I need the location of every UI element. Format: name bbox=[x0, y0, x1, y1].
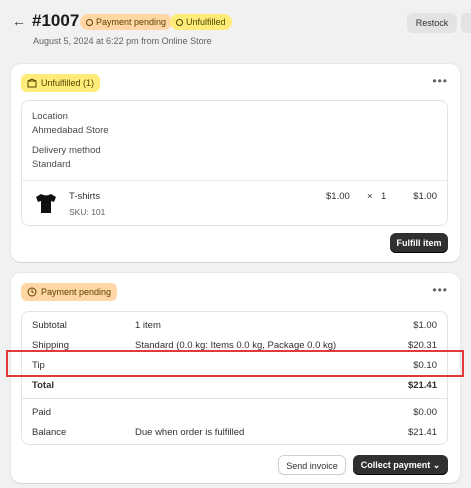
payment-status-badge: Payment pending bbox=[80, 14, 173, 30]
fulfill-item-button[interactable]: Fulfill item bbox=[390, 233, 448, 253]
delivery-method-label: Delivery method bbox=[32, 145, 101, 156]
restock-button[interactable]: Restock bbox=[407, 13, 457, 33]
multiply-sign: × bbox=[367, 191, 373, 202]
row-label: Balance bbox=[32, 427, 67, 438]
send-invoice-button[interactable]: Send invoice bbox=[278, 455, 346, 475]
order-date: August 5, 2024 at 6:22 pm from Online St… bbox=[33, 36, 212, 46]
location-label: Location bbox=[32, 111, 68, 122]
package-icon bbox=[27, 78, 37, 88]
payment-balance: Paid $0.00 Balance Due when order is ful… bbox=[21, 399, 448, 445]
more-actions-button[interactable] bbox=[461, 13, 471, 33]
unfulfilled-badge-label: Unfulfilled (1) bbox=[41, 78, 95, 88]
circle-icon bbox=[176, 18, 183, 26]
summary-row-balance: Balance Due when order is fulfilled $21.… bbox=[22, 425, 447, 443]
more-options-icon[interactable]: ••• bbox=[432, 74, 448, 88]
row-detail: 1 item bbox=[135, 320, 161, 331]
summary-row-subtotal: Subtotal 1 item $1.00 bbox=[22, 318, 447, 336]
unfulfilled-badge: Unfulfilled (1) bbox=[21, 74, 101, 92]
divider bbox=[22, 180, 447, 181]
fulfillment-details: Location Ahmedabad Store Delivery method… bbox=[21, 100, 448, 226]
row-value: $1.00 bbox=[413, 320, 437, 331]
payment-card: Payment pending ••• Subtotal 1 item $1.0… bbox=[11, 273, 460, 483]
row-detail: Due when order is fulfilled bbox=[135, 427, 245, 438]
line-item-price: $1.00 bbox=[326, 191, 350, 202]
clock-icon bbox=[27, 287, 37, 297]
payment-pending-label: Payment pending bbox=[41, 287, 112, 297]
arrow-left-icon[interactable]: ← bbox=[12, 13, 26, 29]
location-value: Ahmedabad Store bbox=[32, 125, 109, 136]
line-item-quantity: 1 bbox=[381, 191, 387, 202]
row-label: Total bbox=[32, 380, 54, 391]
payment-pending-badge: Payment pending bbox=[21, 283, 118, 301]
row-value: $21.41 bbox=[407, 380, 437, 391]
more-options-icon[interactable]: ••• bbox=[432, 283, 448, 297]
row-label: Paid bbox=[32, 407, 52, 418]
chevron-down-icon: ⌄ bbox=[432, 460, 441, 470]
summary-row-total: Total $21.41 bbox=[22, 378, 447, 396]
collect-payment-label: Collect payment bbox=[360, 460, 431, 470]
line-item-sku: SKU: 101 bbox=[69, 207, 106, 217]
fulfillment-card: Unfulfilled (1) ••• Location Ahmedabad S… bbox=[11, 64, 460, 262]
delivery-method-value: Standard bbox=[32, 159, 71, 170]
fulfillment-status-label: Unfulfilled bbox=[186, 17, 226, 27]
line-item-name[interactable]: T-shirts bbox=[69, 191, 100, 202]
order-number: #1007 bbox=[32, 11, 80, 30]
order-header: ← #1007 Payment pending Unfulfilled Augu… bbox=[0, 0, 471, 60]
payment-status-label: Payment pending bbox=[96, 17, 167, 27]
row-value: $21.41 bbox=[407, 427, 437, 438]
circle-icon bbox=[86, 18, 93, 26]
row-label: Subtotal bbox=[32, 320, 67, 331]
fulfillment-status-badge: Unfulfilled bbox=[170, 14, 232, 30]
line-item-total: $1.00 bbox=[413, 191, 437, 202]
row-value: $0.00 bbox=[413, 407, 437, 418]
summary-row-paid: Paid $0.00 bbox=[22, 405, 447, 423]
collect-payment-button[interactable]: Collect payment ⌄ bbox=[353, 455, 448, 475]
tip-row-highlight bbox=[6, 350, 464, 377]
tshirt-thumbnail[interactable] bbox=[32, 189, 60, 217]
